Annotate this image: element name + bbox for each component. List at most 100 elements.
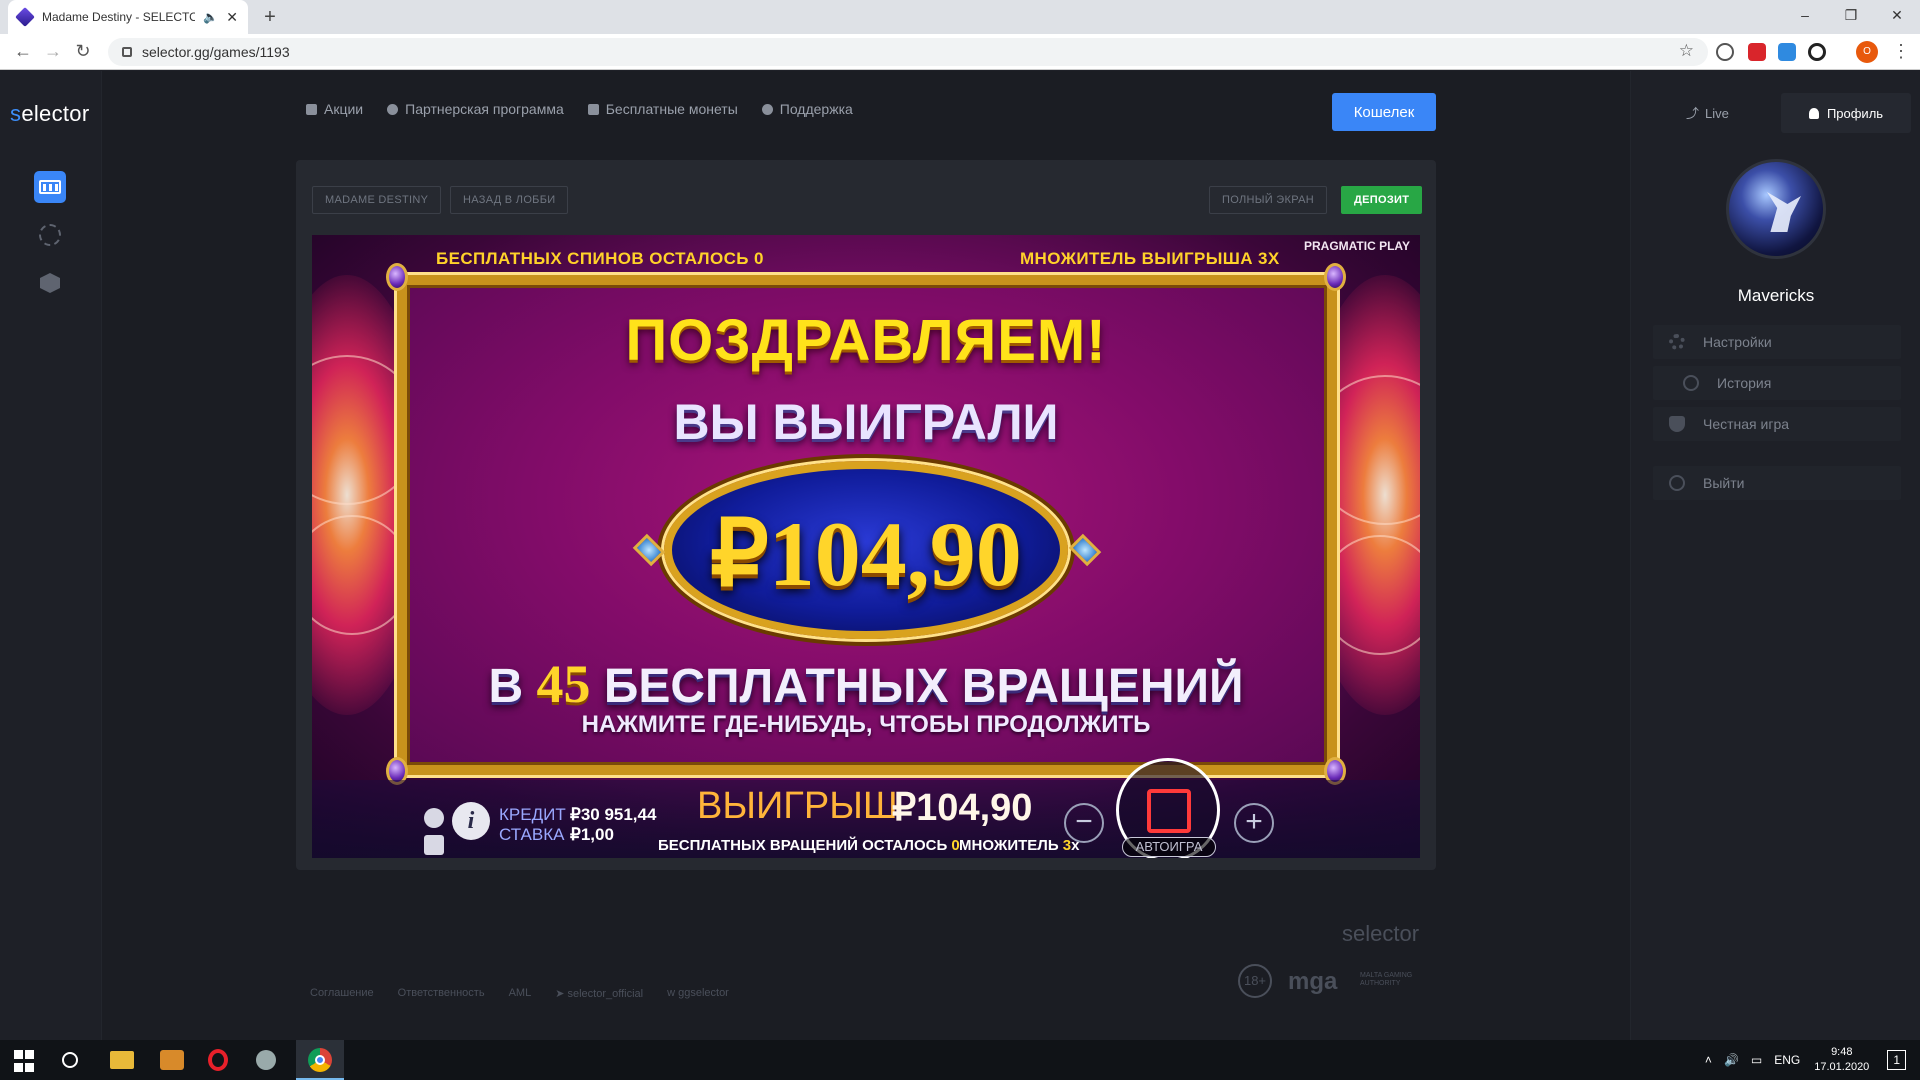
slots-icon[interactable] xyxy=(34,171,66,203)
credit-value: ₽30 951,44 xyxy=(570,805,657,824)
support-icon xyxy=(761,103,773,115)
language-indicator[interactable]: ENG xyxy=(1774,1053,1800,1067)
menu-settings[interactable]: Настройки xyxy=(1653,325,1901,359)
logout-icon xyxy=(1669,475,1685,491)
file-explorer-icon[interactable] xyxy=(110,1051,134,1069)
footer-link-responsibility[interactable]: Ответственность xyxy=(398,987,485,1000)
congrats-title: ПОЗДРАВЛЯЕМ! xyxy=(625,308,1107,373)
site-logo[interactable]: selector xyxy=(10,101,89,127)
menu-history[interactable]: История xyxy=(1653,366,1901,400)
bookmark-star-icon[interactable]: ☆ xyxy=(1679,41,1694,61)
close-tab-icon[interactable]: ✕ xyxy=(226,9,238,26)
deposit-button[interactable]: ДЕПОЗИТ xyxy=(1341,186,1423,214)
trend-icon: ⤴ xyxy=(1686,106,1700,121)
provider-label: PRAGMATIC PLAY xyxy=(1303,239,1410,253)
back-to-lobby-button[interactable]: НАЗАД В ЛОББИ xyxy=(450,186,569,214)
forward-arrow-icon[interactable]: → xyxy=(42,41,64,62)
decrease-bet-button[interactable]: − xyxy=(1064,803,1104,843)
win-label: ВЫИГРЫШ xyxy=(697,785,898,827)
browser-tab[interactable]: Madame Destiny - SELECTOR 🔈 ✕ xyxy=(8,0,248,34)
notifications-icon[interactable]: 1 xyxy=(1887,1050,1906,1070)
menu-label: Настройки xyxy=(1703,334,1772,350)
opera-icon[interactable] xyxy=(208,1049,228,1071)
extension-arrow-icon[interactable] xyxy=(1778,43,1796,61)
nav-partner-program[interactable]: Партнерская программа xyxy=(387,101,564,117)
extension-drive-icon[interactable] xyxy=(1716,43,1734,61)
media-player-icon[interactable] xyxy=(160,1050,184,1070)
network-icon[interactable]: ▭ xyxy=(1751,1053,1762,1067)
stop-icon xyxy=(1147,789,1191,833)
win-multiplier-top: МНОЖИТЕЛЬ ВЫИГРЫША 3X xyxy=(1020,249,1280,268)
jewel-icon xyxy=(1324,263,1346,291)
win-value: ₽104,90 xyxy=(892,787,1033,829)
lock-icon xyxy=(122,47,132,57)
browser-profile-avatar[interactable]: O xyxy=(1856,41,1878,63)
roulette-icon[interactable] xyxy=(34,219,66,251)
footer-link-aml[interactable]: AML xyxy=(509,987,532,1000)
footer-link-vk[interactable]: ᴡ ggselector xyxy=(667,987,729,1000)
tray-chevron-icon[interactable]: ˄ xyxy=(1705,1053,1712,1067)
game-app-icon[interactable] xyxy=(256,1050,276,1070)
windows-start-icon[interactable] xyxy=(14,1050,38,1074)
left-sidebar: selector xyxy=(0,71,102,1040)
increase-bet-button[interactable]: + xyxy=(1234,803,1274,843)
address-bar-row: ← → ↻ selector.gg/games/1193 ☆ O ⋮ xyxy=(0,34,1920,70)
wallet-button[interactable]: Кошелек xyxy=(1332,93,1436,131)
adblock-icon[interactable] xyxy=(1748,43,1766,61)
game-canvas[interactable]: БЕСПЛАТНЫХ СПИНОВ ОСТАЛОСЬ 0 МНОЖИТЕЛЬ В… xyxy=(312,235,1420,858)
live-button[interactable]: ⤴ Live xyxy=(1686,103,1729,122)
chrome-taskbar-item[interactable] xyxy=(296,1040,344,1080)
spins-suffix: БЕСПЛАТНЫХ ВРАЩЕНИЙ xyxy=(603,660,1244,713)
clock-time: 9:48 xyxy=(1831,1046,1853,1058)
cases-icon[interactable] xyxy=(34,267,66,299)
nav-promotions[interactable]: Акции xyxy=(306,101,363,117)
shield-icon xyxy=(1669,416,1685,432)
url-field[interactable]: selector.gg/games/1193 ☆ xyxy=(108,38,1708,66)
multiplier-label: МНОЖИТЕЛЬ xyxy=(959,837,1059,854)
profile-button[interactable]: Профиль xyxy=(1781,93,1911,133)
browser-menu-icon[interactable]: ⋮ xyxy=(1892,41,1910,62)
game-name-button[interactable]: MADAME DESTINY xyxy=(312,186,442,214)
minimize-button[interactable]: – xyxy=(1782,0,1828,30)
volume-icon[interactable]: 🔊 xyxy=(1724,1053,1739,1067)
close-window-button[interactable]: ✕ xyxy=(1874,0,1920,30)
bet-value: ₽1,00 xyxy=(570,825,614,844)
new-tab-button[interactable]: + xyxy=(258,6,282,29)
footer-brand: selector xyxy=(1342,921,1420,946)
game-container: MADAME DESTINY НАЗАД В ЛОББИ ПОЛНЫЙ ЭКРА… xyxy=(296,160,1436,870)
avatar xyxy=(1726,159,1826,259)
info-icon[interactable]: i xyxy=(452,802,490,840)
handshake-icon xyxy=(387,103,399,115)
footer-links: Соглашение Ответственность AML ➤ selecto… xyxy=(310,987,729,1000)
search-icon[interactable] xyxy=(62,1052,78,1068)
right-sidebar: ⤴ Live Профиль Mavericks Настройки Истори… xyxy=(1630,71,1920,1040)
extension-sync-icon[interactable] xyxy=(1808,43,1826,61)
profile-label: Профиль xyxy=(1826,105,1884,121)
speaker-icon[interactable]: 🔈 xyxy=(203,10,218,24)
logo-s: s xyxy=(10,101,22,126)
multiplier-bottom: МНОЖИТЕЛЬ 3x xyxy=(959,837,1079,854)
reload-icon[interactable]: ↻ xyxy=(72,41,94,62)
maximize-button[interactable]: ❐ xyxy=(1828,0,1874,30)
you-won-title: ВЫ ВЫИГРАЛИ xyxy=(673,394,1059,450)
footer-link-agreement[interactable]: Соглашение xyxy=(310,987,374,1000)
spins-left-bottom: БЕСПЛАТНЫХ ВРАЩЕНИЙ ОСТАЛОСЬ 0 xyxy=(658,837,960,854)
system-tray: ˄ 🔊 ▭ ENG 9:48 17.01.2020 1 xyxy=(1705,1040,1920,1080)
clock[interactable]: 9:48 17.01.2020 xyxy=(1814,1045,1869,1075)
vk-label: ggselector xyxy=(678,987,729,999)
menu-icon[interactable] xyxy=(424,808,444,828)
sound-icon[interactable] xyxy=(424,835,444,855)
menu-fair-play[interactable]: Честная игра xyxy=(1653,407,1901,441)
won-amount: ₽104,90 xyxy=(710,503,1022,605)
autoplay-button[interactable]: АВТОИГРА xyxy=(1122,837,1216,857)
nav-support[interactable]: Поддержка xyxy=(761,101,853,117)
chrome-icon xyxy=(308,1048,332,1072)
back-arrow-icon[interactable]: ← xyxy=(12,41,34,62)
menu-logout[interactable]: Выйти xyxy=(1653,466,1901,500)
mga-subtitle: MALTA GAMING AUTHORITY xyxy=(1360,972,1413,987)
fullscreen-button[interactable]: ПОЛНЫЙ ЭКРАН xyxy=(1209,186,1327,214)
url-text: selector.gg/games/1193 xyxy=(142,44,290,60)
nav-label: Партнерская программа xyxy=(405,101,564,117)
footer-link-telegram[interactable]: ➤ selector_official xyxy=(555,987,643,1000)
nav-free-coins[interactable]: Бесплатные монеты xyxy=(587,101,738,117)
